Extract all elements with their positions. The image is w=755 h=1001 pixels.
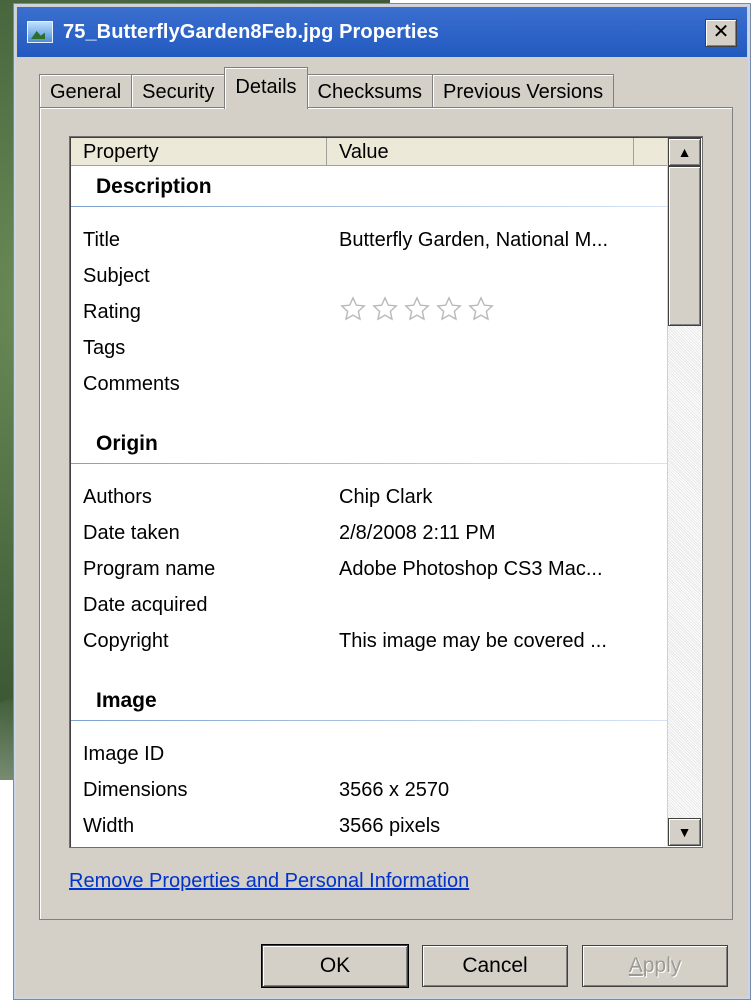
table-row[interactable]: Comments	[71, 366, 668, 402]
property-name: Authors	[83, 485, 152, 508]
scroll-up-button[interactable]: ▲	[668, 138, 701, 166]
group-header-image: Image	[71, 681, 668, 721]
star-outline-icon[interactable]	[435, 295, 463, 323]
property-value: This image may be covered ...	[339, 629, 607, 652]
tab-checksums[interactable]: Checksums	[306, 74, 434, 108]
table-row[interactable]: Program name Adobe Photoshop CS3 Mac...	[71, 551, 668, 587]
window-title: 75_ButterflyGarden8Feb.jpg Properties	[63, 20, 440, 43]
tab-previous-versions[interactable]: Previous Versions	[432, 74, 615, 108]
group-header-description: Description	[71, 167, 668, 207]
column-header-filler	[634, 138, 668, 166]
property-name: Date acquired	[83, 593, 208, 616]
properties-dialog: 75_ButterflyGarden8Feb.jpg Properties ✕ …	[13, 3, 751, 1000]
property-name: Comments	[83, 372, 180, 395]
star-outline-icon[interactable]	[371, 295, 399, 323]
image-file-icon	[27, 21, 53, 43]
apply-mnemonic: A	[628, 954, 643, 977]
property-value: 3566 pixels	[339, 814, 441, 837]
property-name: Date taken	[83, 521, 180, 544]
property-value: Butterfly Garden, National M...	[339, 228, 609, 251]
tab-details[interactable]: Details	[224, 67, 308, 109]
table-row[interactable]: Dimensions 3566 x 2570	[71, 772, 668, 808]
table-row[interactable]: Tags	[71, 330, 668, 366]
apply-button[interactable]: Apply	[582, 945, 728, 987]
rating-stars[interactable]	[327, 295, 495, 329]
property-value: 3566 x 2570	[339, 778, 450, 801]
table-row[interactable]: Subject	[71, 258, 668, 294]
star-outline-icon[interactable]	[467, 295, 495, 323]
table-row[interactable]: Authors Chip Clark	[71, 479, 668, 515]
property-name: Width	[83, 814, 135, 837]
property-value: Adobe Photoshop CS3 Mac...	[339, 557, 603, 580]
group-header-origin: Origin	[71, 424, 668, 464]
property-name: Program name	[83, 557, 216, 580]
star-outline-icon[interactable]	[339, 295, 367, 323]
title-bar[interactable]: 75_ButterflyGarden8Feb.jpg Properties ✕	[17, 7, 747, 57]
list-body: Description Title Butterfly Garden, Nati…	[71, 167, 668, 846]
property-value: Chip Clark	[339, 485, 433, 508]
property-name: Title	[83, 228, 121, 251]
star-outline-icon[interactable]	[403, 295, 431, 323]
ok-button[interactable]: OK	[261, 944, 409, 988]
vertical-scrollbar[interactable]: ▲ ▼	[667, 138, 701, 846]
table-row[interactable]: Rating	[71, 294, 668, 330]
table-row[interactable]: Date acquired	[71, 587, 668, 623]
property-name: Image ID	[83, 742, 165, 765]
tab-security[interactable]: Security	[131, 74, 226, 108]
property-name: Rating	[83, 300, 141, 323]
table-row[interactable]: Date taken 2/8/2008 2:11 PM	[71, 515, 668, 551]
property-value: 2/8/2008 2:11 PM	[339, 521, 496, 544]
table-row[interactable]: Title Butterfly Garden, National M...	[71, 222, 668, 258]
apply-label: pply	[642, 954, 682, 977]
remove-properties-link[interactable]: Remove Properties and Personal Informati…	[69, 870, 469, 893]
details-panel: Property Value Description Title Butterf…	[39, 107, 733, 920]
scroll-down-button[interactable]: ▼	[668, 818, 701, 846]
property-name: Copyright	[83, 629, 169, 652]
cancel-button[interactable]: Cancel	[422, 945, 568, 987]
property-name: Dimensions	[83, 778, 188, 801]
tab-strip: General Security Details Checksums Previ…	[39, 66, 615, 109]
table-row[interactable]: Width 3566 pixels	[71, 808, 668, 844]
tab-general[interactable]: General	[39, 74, 133, 108]
close-button[interactable]: ✕	[705, 19, 737, 47]
property-name: Tags	[83, 336, 126, 359]
table-row[interactable]: Copyright This image may be covered ...	[71, 623, 668, 659]
column-header-property[interactable]: Property	[71, 138, 327, 166]
details-list[interactable]: Property Value Description Title Butterf…	[69, 136, 703, 848]
table-row[interactable]: Image ID	[71, 736, 668, 772]
scrollbar-thumb[interactable]	[668, 166, 701, 326]
list-header: Property Value	[71, 138, 668, 166]
property-name: Subject	[83, 264, 150, 287]
column-header-value[interactable]: Value	[327, 138, 634, 166]
